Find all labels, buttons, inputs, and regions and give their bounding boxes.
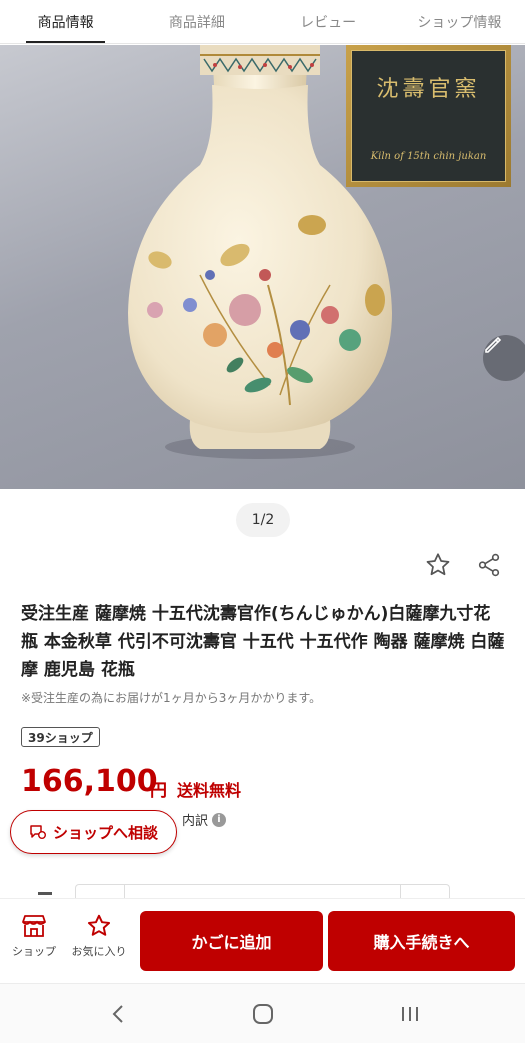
checkout-button[interactable]: 購入手続きへ xyxy=(328,911,515,971)
price-breakdown-label: 内訳 xyxy=(182,814,209,829)
shop-consult-button[interactable]: ショップへ相談 xyxy=(10,810,177,854)
bottom-action-bar: ショップ お気に入り かごに追加 購入手続きへ xyxy=(0,898,525,982)
add-to-cart-button[interactable]: かごに追加 xyxy=(140,911,323,971)
share-icon xyxy=(478,553,500,577)
price-value: 166,100 xyxy=(21,764,158,799)
chat-icon xyxy=(30,825,46,839)
tab-product-details[interactable]: 商品詳細 xyxy=(131,0,262,43)
back-button[interactable] xyxy=(98,998,138,1030)
quantity-label-peek xyxy=(38,892,52,895)
favorite-nav-label: お気に入り xyxy=(71,945,127,958)
shop-badge: 39ショップ xyxy=(21,727,100,747)
tab-product-info[interactable]: 商品情報 xyxy=(0,0,131,43)
info-icon: i xyxy=(212,812,227,827)
share-button[interactable] xyxy=(471,547,507,583)
recents-button[interactable] xyxy=(390,998,430,1030)
favorite-star-button[interactable] xyxy=(420,547,456,583)
system-navigation-bar xyxy=(0,983,525,1043)
favorite-nav-button[interactable]: お気に入り xyxy=(70,913,128,959)
home-button[interactable] xyxy=(243,998,283,1030)
product-title: 受注生産 薩摩焼 十五代沈壽官作(ちんじゅかん)白薩摩九寸花瓶 本金秋草 代引不… xyxy=(21,604,505,680)
shop-icon xyxy=(22,915,46,937)
kiln-subtitle: Kiln of 15th chin jukan xyxy=(370,151,487,162)
free-shipping-label: 送料無料 xyxy=(177,781,242,800)
product-image[interactable]: 沈壽官窯 Kiln of 15th chin jukan xyxy=(0,45,525,489)
home-icon xyxy=(253,1004,273,1024)
star-icon xyxy=(426,553,450,576)
kiln-plaque: 沈壽官窯 Kiln of 15th chin jukan xyxy=(346,45,511,187)
image-pager: 1/2 xyxy=(236,503,290,537)
price-breakdown-link[interactable]: 内訳 i xyxy=(182,810,227,829)
pencil-icon xyxy=(485,336,502,353)
tab-bar: 商品情報 商品詳細 レビュー ショップ情報 xyxy=(0,0,525,44)
recents-icon xyxy=(402,1007,418,1021)
star-icon xyxy=(87,914,111,936)
back-icon xyxy=(112,1005,123,1023)
shop-nav-button[interactable]: ショップ xyxy=(5,913,63,959)
edit-button[interactable] xyxy=(483,335,525,381)
kiln-title: 沈壽官窯 xyxy=(376,77,481,102)
tab-reviews[interactable]: レビュー xyxy=(263,0,394,43)
tab-shop-info[interactable]: ショップ情報 xyxy=(394,0,525,43)
shop-consult-label: ショップへ相談 xyxy=(52,823,158,842)
price-unit: 円 xyxy=(150,781,167,801)
delivery-note: ※受注生産の為にお届けが1ヶ月から3ヶ月かかります。 xyxy=(21,691,322,705)
shop-nav-label: ショップ xyxy=(12,945,56,958)
